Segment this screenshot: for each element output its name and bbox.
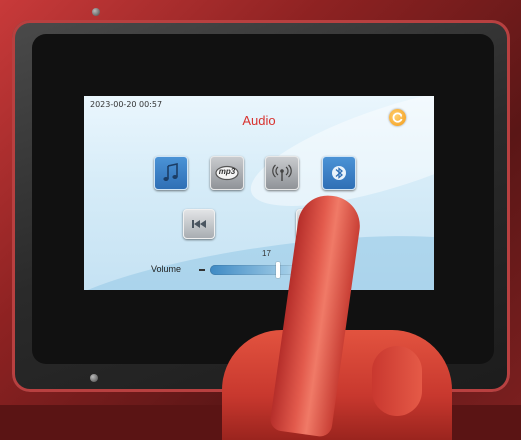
screw bbox=[90, 374, 98, 382]
background-wave bbox=[84, 214, 434, 290]
skip-previous-icon bbox=[192, 220, 206, 228]
music-source-button[interactable] bbox=[154, 156, 188, 190]
datetime-readout: 2023-00-20 00:57 bbox=[90, 100, 163, 109]
touch-screen: 2023-00-20 00:57 Audio mp3 Volume 17 bbox=[84, 96, 434, 290]
page-title: Audio bbox=[242, 113, 276, 128]
volume-slider-thumb[interactable] bbox=[276, 262, 280, 278]
mp3-source-button[interactable]: mp3 bbox=[210, 156, 244, 190]
hand-knuckle bbox=[372, 346, 422, 416]
minus-icon[interactable] bbox=[199, 269, 205, 271]
refresh-icon bbox=[392, 112, 403, 123]
volume-label: Volume bbox=[151, 264, 182, 274]
mp3-label: mp3 bbox=[218, 167, 236, 176]
music-note-icon bbox=[163, 163, 178, 181]
screw bbox=[92, 8, 100, 16]
bluetooth-source-button[interactable] bbox=[322, 156, 356, 190]
volume-value: 17 bbox=[262, 249, 271, 258]
refresh-button[interactable] bbox=[389, 109, 406, 126]
previous-track-button[interactable] bbox=[183, 209, 215, 239]
radio-source-button[interactable] bbox=[265, 156, 299, 190]
bluetooth-icon bbox=[332, 166, 346, 180]
radio-antenna-icon bbox=[272, 164, 292, 181]
